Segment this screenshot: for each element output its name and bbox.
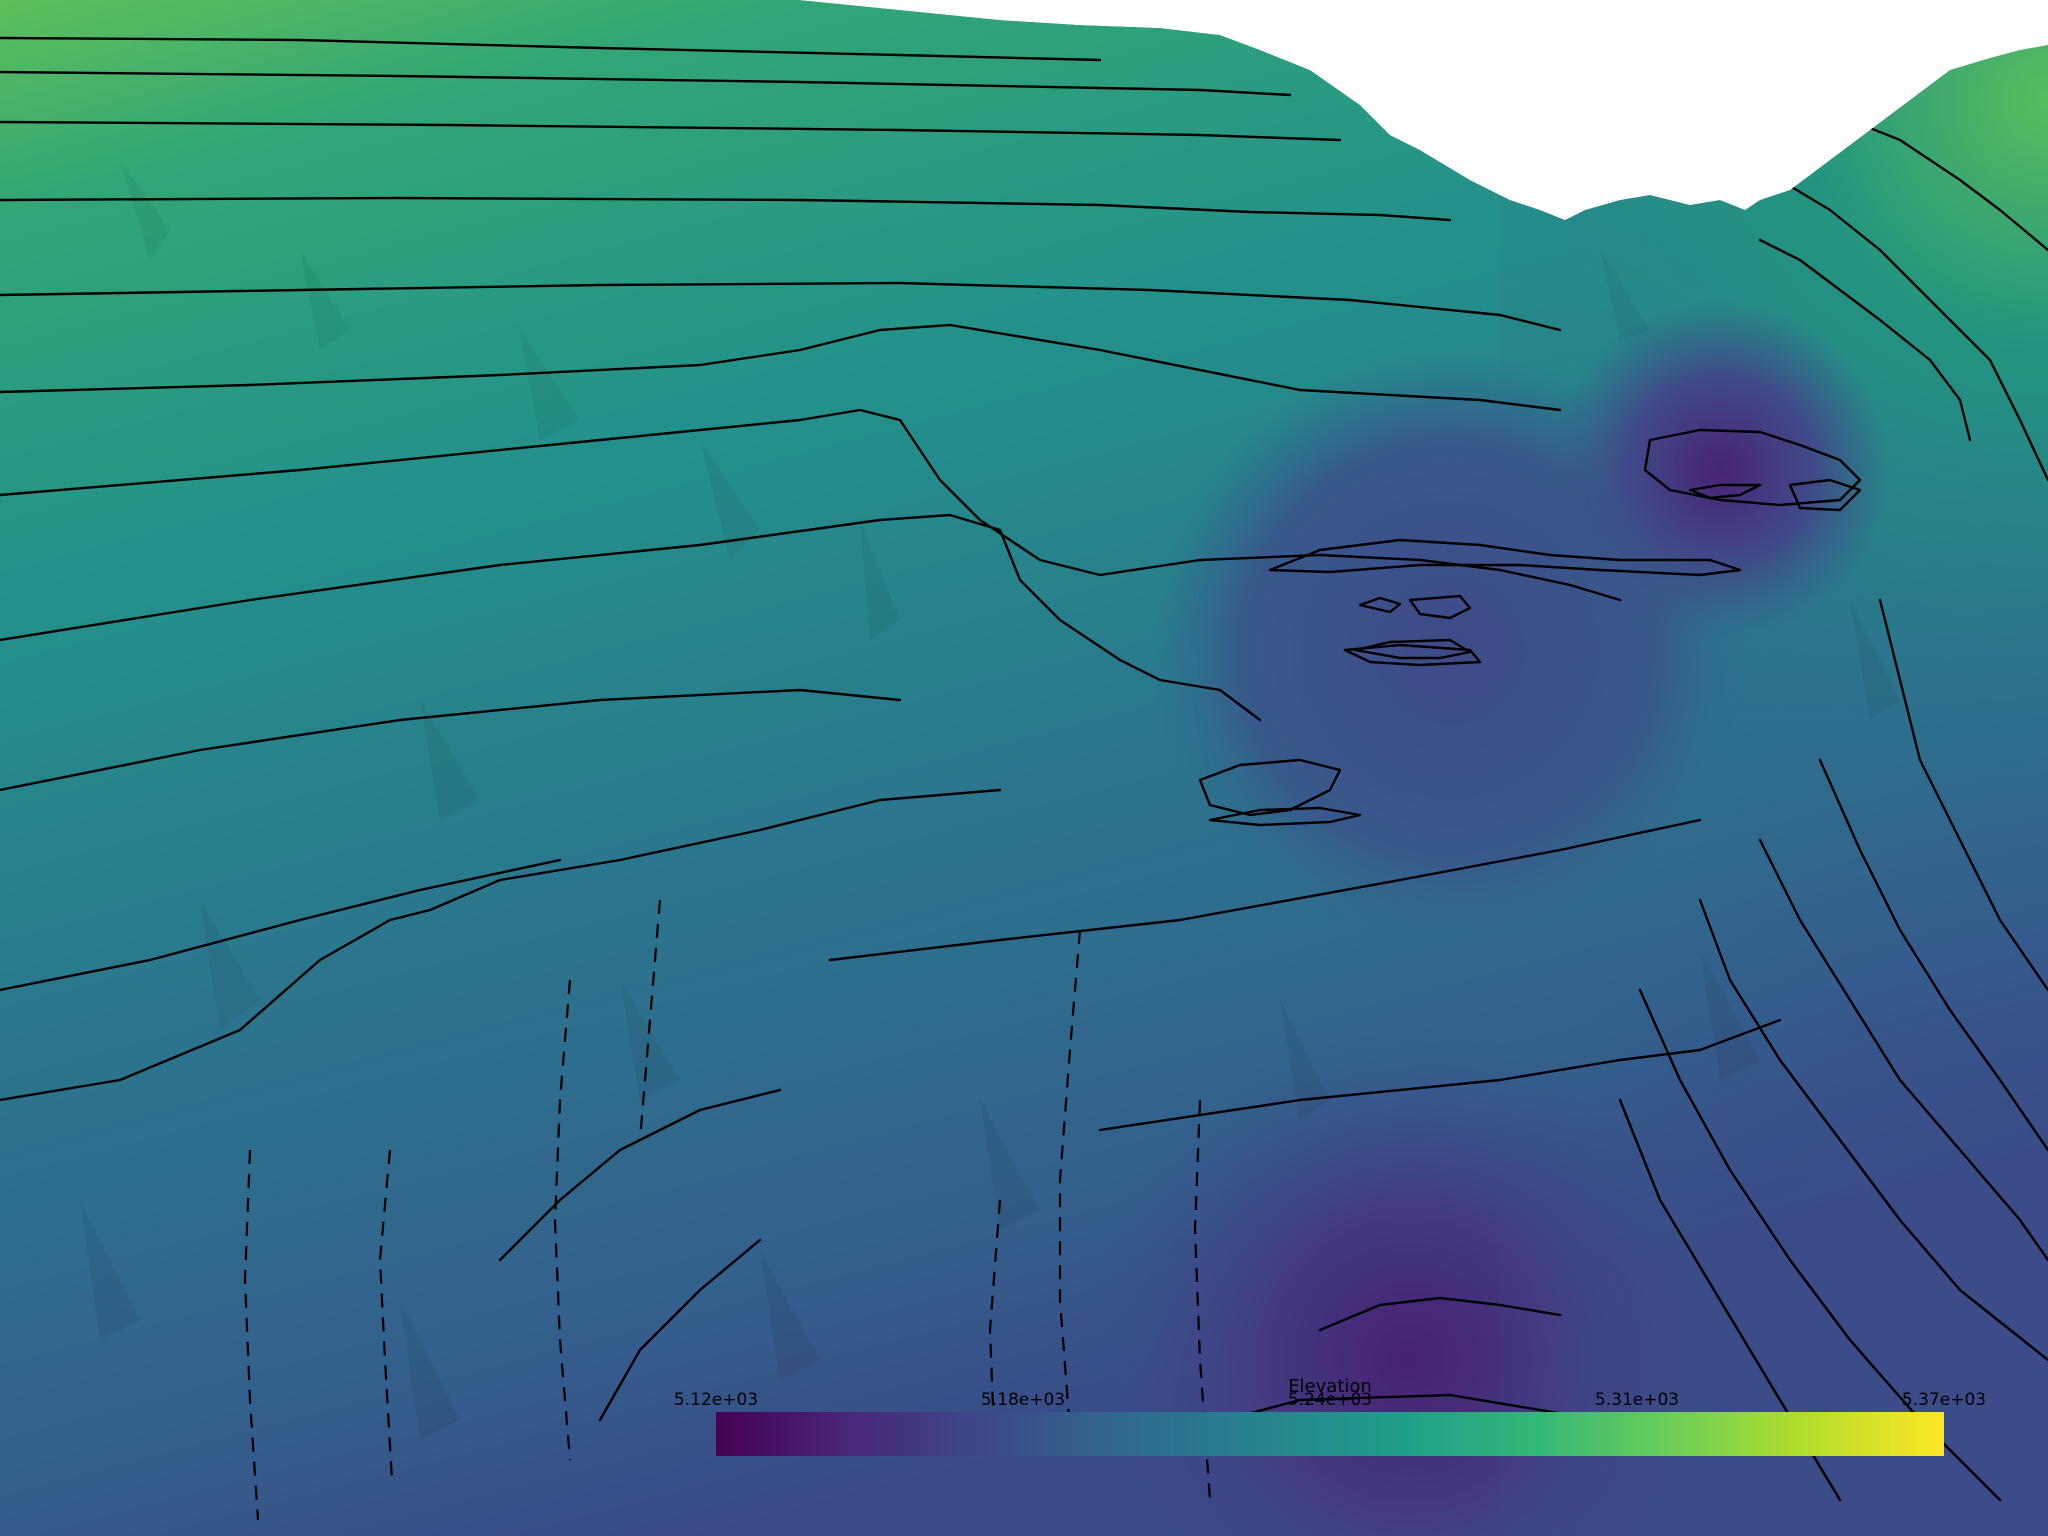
scalar-bar-tick-1: 5.18e+03 <box>980 1390 1066 1410</box>
scalar-bar-gradient <box>716 1412 1944 1456</box>
scalar-bar-tick-min: 5.12e+03 <box>673 1390 759 1410</box>
scalar-bar-tick-3: 5.31e+03 <box>1594 1390 1680 1410</box>
scalar-bar-tick-2: 5.24e+03 <box>1287 1390 1373 1410</box>
scalar-bar-tick-max: 5.37e+03 <box>1901 1390 1987 1410</box>
elevation-scalar-bar: Elevation 5.12e+03 5.18e+03 5.24e+03 5.3… <box>674 1376 1986 1486</box>
terrain-render <box>0 0 2048 1536</box>
upper-pit-shade <box>1550 300 1890 640</box>
